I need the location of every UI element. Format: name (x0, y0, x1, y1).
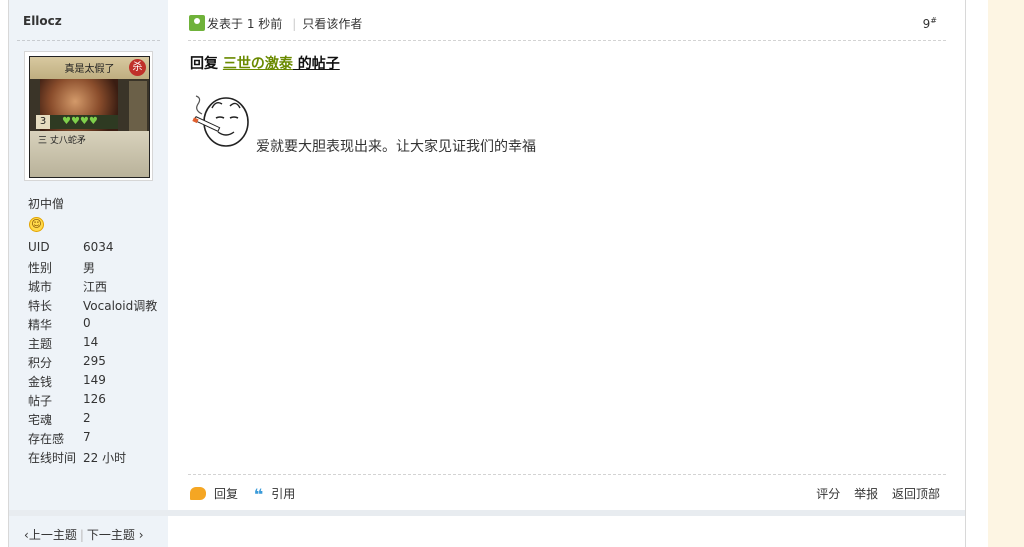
reply-user-link[interactable]: 三世の激泰 (223, 56, 293, 72)
stat-key: 宅魂 (28, 413, 53, 427)
stat-key: 金钱 (28, 375, 53, 389)
reply-button[interactable]: 回复 (190, 487, 238, 501)
posted-time: 发表于 1 秒前 (207, 17, 283, 31)
stat-value: 男 (83, 261, 96, 275)
back-to-top-link[interactable]: 返回顶部 (892, 487, 940, 501)
avatar-card-image: 真是太假了 杀 ♥♥♥♥ 3 三 丈八蛇矛 (29, 56, 150, 178)
post-actions: 回复 ❝ 引用 (190, 485, 307, 504)
smiley-icon: ☺ (29, 217, 44, 232)
footer-separator (188, 474, 946, 475)
post-header: 发表于 1 秒前 | 只看该作者 (189, 15, 362, 32)
stat-key: 存在感 (28, 432, 65, 446)
card-number: 3 (36, 115, 50, 129)
nav-divider: | (79, 528, 84, 542)
only-author-link[interactable]: 只看该作者 (302, 17, 362, 31)
quote-icon: ❝ (253, 485, 264, 504)
quote-button[interactable]: ❝ 引用 (253, 485, 296, 504)
floor-number[interactable]: 9# (923, 16, 937, 31)
stat-value[interactable]: 126 (83, 392, 106, 406)
stat-value[interactable]: 0 (83, 316, 91, 330)
left-gutter (0, 0, 8, 547)
post-message: 爱就要大胆表现出来。让大家见证我们的幸福 (256, 139, 536, 155)
reply-bubble-icon (190, 487, 206, 500)
right-strip (988, 0, 1024, 547)
stat-value: 江西 (83, 280, 108, 294)
card-badge: 杀 (129, 59, 146, 76)
avatar[interactable]: 真是太假了 杀 ♥♥♥♥ 3 三 丈八蛇矛 (24, 51, 153, 181)
stat-key: 精华 (28, 318, 53, 332)
card-side-column (129, 81, 147, 137)
report-link[interactable]: 举报 (854, 487, 878, 501)
next-chevron-icon: › (134, 528, 144, 542)
stat-key: 在线时间 (28, 451, 77, 465)
stat-key: 帖子 (28, 394, 53, 408)
author-sidebar: Ellocz 真是太假了 杀 ♥♥♥♥ 3 三 丈八蛇矛 初中僧 ☺ UID 60… (9, 0, 168, 510)
stat-key: 性别 (28, 261, 53, 275)
prev-thread-link[interactable]: 上一主题 (29, 528, 77, 542)
stat-value: 295 (83, 354, 106, 368)
rate-link[interactable]: 评分 (816, 487, 840, 501)
smoking-face-emoticon (192, 95, 249, 147)
stat-value[interactable]: 14 (83, 335, 98, 349)
sidebar-divider (17, 40, 160, 41)
stat-key: UID (28, 240, 50, 254)
floor-suffix: # (930, 16, 937, 25)
header-separator (188, 40, 946, 41)
user-rank: 初中僧 (28, 197, 65, 211)
header-divider: | (292, 17, 297, 31)
stat-value: 7 (83, 430, 91, 444)
author-name[interactable]: Ellocz (23, 14, 62, 28)
stat-key: 城市 (28, 280, 53, 294)
post-actions-right: 评分 举报 返回顶部 (806, 485, 940, 502)
stat-key: 主题 (28, 337, 53, 351)
stat-key: 积分 (28, 356, 53, 370)
reply-heading: 回复 三世の激泰 的帖子 (190, 53, 340, 73)
card-lower-text: 三 丈八蛇矛 (38, 136, 86, 146)
next-thread-link[interactable]: 下一主题 (87, 528, 135, 542)
gap-strip (966, 0, 988, 547)
reply-label: 回复 (214, 487, 239, 501)
user-status-icon (189, 15, 205, 31)
reply-post-link[interactable]: 的帖子 (293, 56, 340, 72)
stat-value: 2 (83, 411, 91, 425)
reply-prefix: 回复 (190, 56, 223, 72)
stat-value: Vocaloid调教 (83, 299, 158, 313)
quote-label: 引用 (271, 487, 296, 501)
stat-value: 149 (83, 373, 106, 387)
stat-value[interactable]: 6034 (83, 240, 114, 254)
stat-value: 22 小时 (83, 451, 127, 465)
thread-nav: ‹上一主题 | 下一主题 › (24, 526, 144, 543)
stat-key: 特长 (28, 299, 53, 313)
